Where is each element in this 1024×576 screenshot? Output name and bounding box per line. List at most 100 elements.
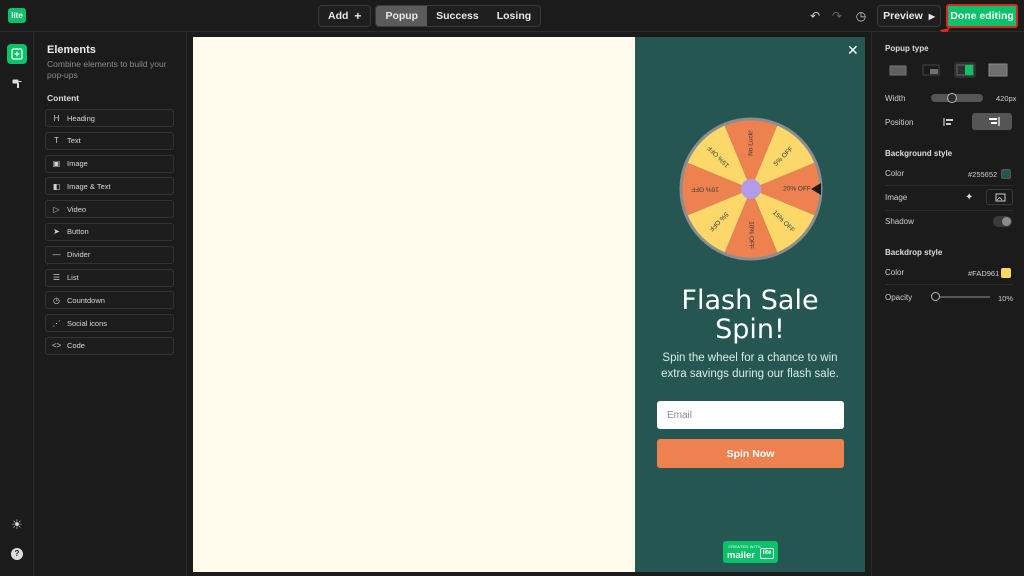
theme-toggle-icon[interactable]: ☀ [7,515,27,535]
redo-icon[interactable]: ↷ [830,9,844,23]
background-style-title: Background style [885,149,953,158]
code-icon: <> [52,341,62,351]
backdrop-color-swatch[interactable] [1001,268,1011,278]
wheel-slice-label: No Luck! [748,130,755,156]
popup-type-title: Popup type [885,44,929,53]
element-button[interactable]: ➤ Button [45,222,174,241]
add-element-icon[interactable] [7,44,27,64]
shadow-toggle-knob [1002,217,1011,226]
elements-title: Elements [47,44,96,56]
opacity-value: 10% [998,294,1014,303]
backdrop-color-label: Color [885,268,905,277]
width-value: 420px [996,94,1017,103]
backdrop-style-title: Backdrop style [885,248,943,257]
content-section-title: Content [47,93,80,103]
element-label: Button [67,227,89,237]
share-icon: ⋰ [52,318,61,328]
done-editing-button[interactable]: Done editing [946,4,1018,28]
image-label: Image [885,193,908,202]
backdrop-color-value[interactable]: #FAD961 [968,269,999,278]
opacity-slider-handle[interactable] [931,292,940,301]
add-button[interactable]: Add + [318,5,372,27]
width-label: Width [885,94,906,103]
paint-brush-icon[interactable] [7,74,27,94]
wheel-slice-label: 10% OFF [691,185,719,192]
popup-type-modal[interactable] [887,62,909,78]
wheel-slice-label: 20% OFF [783,186,811,193]
element-image[interactable]: ▣ Image [45,154,174,173]
tab-popup[interactable]: Popup [376,6,428,26]
popup-subtext[interactable]: Spin the wheel for a chance to win extra… [650,350,850,382]
element-label: Image & Text [67,181,111,191]
tab-success[interactable]: Success [427,6,488,26]
element-label: Social icons [67,318,108,328]
opacity-label: Opacity [885,293,913,302]
sparkle-icon[interactable]: ✦ [965,192,973,203]
element-divider[interactable]: — Divider [45,245,174,264]
bg-color-value[interactable]: #255652 [968,170,997,179]
image-icon: ▣ [52,159,61,169]
top-bar: lite Add + Popup Success Losing ↶ ↷ ◷ Pr… [0,0,1024,32]
heading-icon: H [53,113,60,123]
bg-color-swatch[interactable] [1001,169,1011,179]
close-icon[interactable]: ✕ [847,43,859,57]
width-slider-handle[interactable] [947,93,957,103]
element-label: Image [67,159,88,169]
tab-losing[interactable]: Losing [487,6,541,26]
element-label: Video [67,204,87,214]
mode-group: Add + Popup Success Losing [318,5,542,27]
wheel-slice-label: 10% OFF [747,221,754,249]
popup-tabs: Popup Success Losing [375,5,542,27]
mailerlite-badge[interactable]: CREATED WITH mailer lite [723,541,778,563]
badge-mailer: mailer [727,550,755,561]
help-icon[interactable]: ? [7,544,27,564]
opacity-slider[interactable] [931,292,990,301]
play-icon: ▶ [928,12,935,21]
element-text[interactable]: T Text [45,131,174,150]
element-list-item[interactable]: ☰ List [45,268,174,287]
element-list: H Heading T Text ▣ Image ◧ Image & Text ▷ Vid… [45,109,174,360]
position-right-button[interactable] [972,113,1012,130]
element-label: Code [67,341,85,351]
element-label: Text [67,136,81,146]
width-slider[interactable] [931,93,983,103]
popup-headline[interactable]: Flash Sale Spin! [650,286,850,344]
element-social-icons[interactable]: ⋰ Social icons [45,314,174,333]
popup-image-area[interactable] [193,37,635,572]
timer-icon: ◷ [53,295,60,305]
shadow-toggle[interactable] [993,216,1012,227]
prize-wheel[interactable]: 20% OFF15% OFF10% OFF5% OFF10% OFF15% OF… [679,117,823,261]
popup-type-full[interactable] [987,62,1009,78]
text-icon: T [54,136,59,146]
undo-icon[interactable]: ↶ [808,9,822,23]
element-heading[interactable]: H Heading [45,109,174,127]
element-label: List [67,273,79,283]
image-picker-icon[interactable] [986,189,1013,205]
list-icon: ☰ [52,273,61,283]
element-countdown[interactable]: ◷ Countdown [45,291,174,310]
video-icon: ▷ [53,204,60,214]
wheel-hub [741,179,761,199]
element-video[interactable]: ▷ Video [45,200,174,219]
spin-now-button[interactable]: Spin Now [657,439,844,468]
element-image-text[interactable]: ◧ Image & Text [45,177,174,196]
elements-panel: Elements Combine elements to build your … [34,32,187,576]
email-input[interactable] [657,401,844,429]
position-label: Position [885,118,914,127]
element-code[interactable]: <> Code [45,336,174,355]
properties-panel: Popup type Width 420px Position Backgrou… [871,32,1024,576]
popup-type-corner[interactable] [920,62,942,78]
divider-icon: — [52,250,61,260]
preview-label: Preview [883,10,923,22]
element-label: Divider [67,250,91,260]
plus-icon: + [354,9,362,23]
divider [885,185,1013,186]
cursor-icon: ➤ [53,227,60,237]
mailerlite-logo[interactable]: lite [8,8,26,23]
popup-type-split[interactable] [954,62,976,78]
add-label: Add [328,10,349,22]
position-left-button[interactable] [941,114,959,130]
divider [885,284,1013,285]
divider [885,210,1013,211]
history-icon[interactable]: ◷ [854,9,868,23]
